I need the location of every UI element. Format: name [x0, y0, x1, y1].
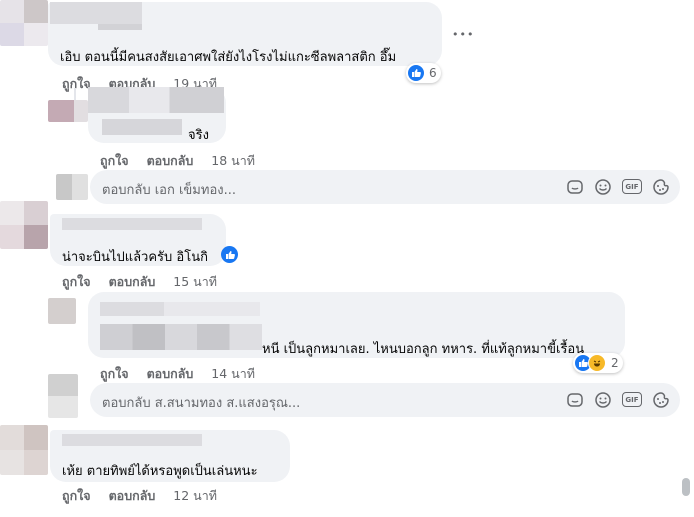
avatar[interactable]	[0, 0, 48, 46]
avatar-sticker-icon[interactable]	[652, 178, 670, 196]
reaction-count: 2	[611, 356, 619, 370]
sticker-icon[interactable]	[566, 178, 584, 196]
scrollbar-thumb[interactable]	[682, 478, 690, 496]
blurred-author-name	[100, 302, 260, 316]
reaction-summary[interactable]: 2	[573, 353, 623, 373]
reply-button[interactable]: ตอบกลับ	[109, 488, 156, 503]
thread-line	[74, 88, 76, 100]
avatar[interactable]	[48, 100, 88, 122]
comment-text: เอิบ ตอนนี้มีคนสงสัยเอาศพใส่ยังไงโรงไม่แ…	[60, 50, 397, 65]
avatar[interactable]	[0, 425, 48, 475]
current-user-avatar	[56, 174, 88, 200]
sticker-icon[interactable]	[566, 391, 584, 409]
like-button[interactable]: ถูกใจ	[62, 76, 91, 91]
reply-placeholder: ตอบกลับ ส.สนามทอง ส.แสงอรุณ...	[102, 396, 301, 411]
blurred-author-name	[88, 87, 224, 113]
reply-input[interactable]: ตอบกลับ เอก เข็มทอง... GIF	[90, 170, 680, 204]
emoji-icon[interactable]	[594, 391, 612, 409]
composer-icons: GIF	[566, 178, 670, 196]
reply-button[interactable]: ตอบกลับ	[109, 274, 156, 289]
comment-text: หนี เป็นลูกหมาเลย. ไหนบอกลูก ทหาร. ที่แท…	[262, 342, 585, 357]
avatar[interactable]	[48, 298, 76, 324]
reply-placeholder: ตอบกลับ เอก เข็มทอง...	[102, 183, 236, 198]
avatar[interactable]	[0, 201, 48, 249]
timestamp[interactable]: 18 นาที	[211, 153, 255, 168]
comment-text: น่าจะบินไปแล้วครับ อิโนกิ	[62, 250, 208, 265]
comment-actions: ถูกใจ ตอบกลับ 12 นาที	[62, 486, 217, 506]
timestamp[interactable]: 12 นาที	[173, 488, 217, 503]
comment-actions: ถูกใจ ตอบกลับ 18 นาที	[100, 151, 255, 171]
comment-actions: ถูกใจ ตอบกลับ 14 นาที	[100, 364, 255, 384]
emoji-icon[interactable]	[594, 178, 612, 196]
composer-icons: GIF	[566, 391, 670, 409]
like-button[interactable]: ถูกใจ	[100, 153, 129, 168]
gif-icon[interactable]: GIF	[622, 392, 642, 407]
comment-text: เห้ย ตายทิพย์ได้หรอพูดเป็นเล่นหนะ	[62, 464, 258, 479]
reply-button[interactable]: ตอบกลับ	[147, 366, 194, 381]
more-options-icon[interactable]: •••	[452, 28, 474, 41]
current-user-avatar	[48, 374, 78, 418]
like-button[interactable]: ถูกใจ	[62, 488, 91, 503]
timestamp[interactable]: 14 นาที	[211, 366, 255, 381]
reply-input[interactable]: ตอบกลับ ส.สนามทอง ส.แสงอรุณ... GIF	[90, 383, 680, 417]
avatar-sticker-icon[interactable]	[652, 391, 670, 409]
like-reaction-icon	[408, 65, 424, 81]
reply-button[interactable]: ตอบกลับ	[147, 153, 194, 168]
comment-actions: ถูกใจ ตอบกลับ 15 นาที	[62, 272, 217, 292]
like-button[interactable]: ถูกใจ	[62, 274, 91, 289]
timestamp[interactable]: 15 นาที	[173, 274, 217, 289]
blurred-author-name	[62, 218, 202, 230]
comment-text: จริง	[188, 128, 209, 143]
reaction-count: 6	[429, 66, 437, 80]
like-button[interactable]: ถูกใจ	[100, 366, 129, 381]
blurred-author-name	[62, 434, 202, 446]
reaction-summary[interactable]: 6	[406, 63, 441, 83]
gif-icon[interactable]: GIF	[622, 179, 642, 194]
blurred-author-name	[50, 2, 142, 24]
like-reaction-icon[interactable]	[221, 246, 238, 263]
haha-reaction-icon	[588, 354, 606, 372]
